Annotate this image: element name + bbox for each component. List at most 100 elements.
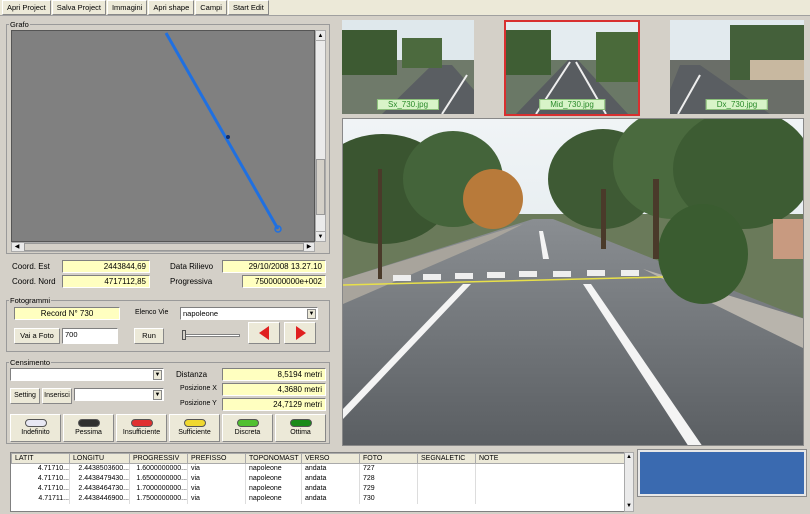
toolbar-button-apri-shape[interactable]: Apri shape xyxy=(148,0,195,15)
vai-a-foto-button[interactable]: Vai a Foto xyxy=(14,328,60,344)
scroll-down-icon[interactable]: ▼ xyxy=(316,231,325,241)
scroll-left-icon[interactable]: ◀ xyxy=(12,243,22,251)
table-cell: 1.6500000000... xyxy=(129,474,188,484)
rating-label: Indefinito xyxy=(21,429,50,436)
table-vscrollbar[interactable]: ▲ ▼ xyxy=(624,452,634,512)
table-cell xyxy=(475,463,632,474)
thumb-sx[interactable]: Sx_730.jpg xyxy=(342,20,474,114)
main-street-photo[interactable] xyxy=(342,118,804,446)
rating-indicator-icon xyxy=(24,419,47,427)
inserisci-select[interactable]: ▼ xyxy=(74,388,164,401)
rating-label: Insufficiente xyxy=(122,429,161,436)
record-number-field: Record N° 730 xyxy=(14,307,120,320)
rating-button-indefinito[interactable]: Indefinito xyxy=(10,414,61,442)
vai-a-foto-input[interactable]: 700 xyxy=(62,328,118,344)
hscroll-thumb[interactable] xyxy=(24,243,304,251)
toolbar: Apri Project Salva Project Immagini Apri sh… xyxy=(0,0,810,16)
column-header[interactable]: LONGITU xyxy=(69,453,130,464)
scroll-down-icon[interactable]: ▼ xyxy=(625,502,633,511)
table-row[interactable]: 4.71710... 2.4438503600... 1.6000000000...… xyxy=(11,463,632,474)
column-header[interactable]: VERSO xyxy=(301,453,360,464)
rating-button-discreta[interactable]: Discreta xyxy=(222,414,273,442)
toolbar-button-campi[interactable]: Campi xyxy=(195,0,227,15)
chevron-down-icon[interactable]: ▼ xyxy=(153,370,162,380)
column-header[interactable]: SEGNALETIC xyxy=(417,453,476,464)
table-row[interactable]: 4.71710... 2.4438464730... 1.7000000000...… xyxy=(11,484,632,494)
table-row[interactable]: 4.71710... 2.4438479430... 1.6500000000...… xyxy=(11,474,632,484)
table-row[interactable]: 4.71711... 2.4438446900... 1.7500000000...… xyxy=(11,494,632,504)
street-view-image xyxy=(343,119,803,445)
arrow-right-icon xyxy=(296,326,306,340)
elenco-vie-value: napoleone xyxy=(183,309,219,318)
distanza-field: 8,5194 metri xyxy=(222,368,326,381)
map-hscrollbar[interactable]: ◀ ▶ xyxy=(11,242,315,252)
rating-label: Ottima xyxy=(290,429,311,436)
prev-photo-button[interactable] xyxy=(248,322,280,344)
column-header[interactable]: NOTE xyxy=(475,453,632,464)
next-photo-button[interactable] xyxy=(284,322,316,344)
thumb-dx-caption: Dx_730.jpg xyxy=(705,99,769,110)
column-header[interactable]: PROGRESSIV xyxy=(129,453,188,464)
table-cell: 4.71710... xyxy=(11,463,70,474)
map-vscrollbar[interactable]: ▲ ▼ xyxy=(315,30,326,242)
toolbar-button-immagini[interactable]: Immagini xyxy=(106,0,148,15)
data-table: LATIT LONGITU PROGRESSIV PREFISSO TOPONOMAST… xyxy=(10,452,634,512)
table-cell xyxy=(417,463,476,474)
table-cell xyxy=(475,484,632,494)
coord-est-label: Coord. Est xyxy=(12,262,50,271)
table-cell: via xyxy=(187,494,246,504)
chevron-down-icon[interactable]: ▼ xyxy=(153,390,162,400)
table-cell: 1.7500000000... xyxy=(129,494,188,504)
rating-buttons: Indefinito Pessima Insufficiente Sufficient… xyxy=(10,414,328,442)
table-cell: 4.71710... xyxy=(11,484,70,494)
coord-nord-label: Coord. Nord xyxy=(12,277,56,286)
scroll-up-icon[interactable]: ▲ xyxy=(625,453,633,462)
toolbar-button-start-edit[interactable]: Start Edit xyxy=(227,0,269,15)
arrow-left-icon xyxy=(259,326,269,340)
rating-button-pessima[interactable]: Pessima xyxy=(63,414,114,442)
chevron-down-icon[interactable]: ▼ xyxy=(307,309,316,319)
rating-button-ottima[interactable]: Ottima xyxy=(275,414,326,442)
toolbar-button-apri-project[interactable]: Apri Project xyxy=(2,0,51,15)
column-header[interactable]: LATIT xyxy=(11,453,70,464)
posizione-x-label: Posizione X xyxy=(180,385,217,392)
posizione-y-label: Posizione Y xyxy=(180,400,217,407)
posizione-y-field: 24,7129 metri xyxy=(222,398,326,411)
rating-button-sufficiente[interactable]: Sufficiente xyxy=(169,414,220,442)
scroll-up-icon[interactable]: ▲ xyxy=(316,31,325,41)
rating-label: Pessima xyxy=(75,429,102,436)
scroll-right-icon[interactable]: ▶ xyxy=(304,243,314,251)
posizione-x-field: 4,3680 metri xyxy=(222,383,326,396)
thumb-sx-caption: Sx_730.jpg xyxy=(376,99,440,110)
column-header[interactable]: PREFISSO xyxy=(187,453,246,464)
table-cell: via xyxy=(187,484,246,494)
toolbar-button-salva-project[interactable]: Salva Project xyxy=(51,0,106,15)
setting-button[interactable]: Setting xyxy=(10,388,40,404)
table-cell: napoleone xyxy=(245,484,302,494)
thumb-mid[interactable]: Mid_730.jpg xyxy=(504,20,640,116)
speed-slider[interactable] xyxy=(180,326,242,344)
column-header[interactable]: FOTO xyxy=(359,453,418,464)
rating-indicator-icon xyxy=(130,419,153,427)
elenco-vie-label: Elenco Vie xyxy=(135,309,169,316)
column-header[interactable]: TOPONOMAST xyxy=(245,453,302,464)
fotogrammi-title: Fotogrammi xyxy=(9,296,52,305)
progressiva-field: 7500000000e+002 xyxy=(242,275,326,288)
table-cell xyxy=(475,494,632,504)
thumb-dx[interactable]: Dx_730.jpg xyxy=(670,20,804,114)
table-cell: via xyxy=(187,463,246,474)
run-button[interactable]: Run xyxy=(134,328,164,344)
table-cell: 1.7000000000... xyxy=(129,484,188,494)
current-point-marker xyxy=(226,135,230,139)
status-panel xyxy=(637,449,807,497)
table-cell: 729 xyxy=(359,484,418,494)
scroll-thumb[interactable] xyxy=(316,159,325,215)
table-cell: 2.4438503600... xyxy=(69,463,130,474)
rating-button-insufficiente[interactable]: Insufficiente xyxy=(116,414,167,442)
map-canvas[interactable] xyxy=(11,30,315,242)
table-cell: napoleone xyxy=(245,463,302,474)
censimento-select[interactable]: ▼ xyxy=(10,368,164,381)
data-rilievo-label: Data Rilievo xyxy=(170,262,214,271)
inserisci-button[interactable]: Inserisci xyxy=(42,388,72,404)
elenco-vie-select[interactable]: napoleone ▼ xyxy=(180,307,318,320)
